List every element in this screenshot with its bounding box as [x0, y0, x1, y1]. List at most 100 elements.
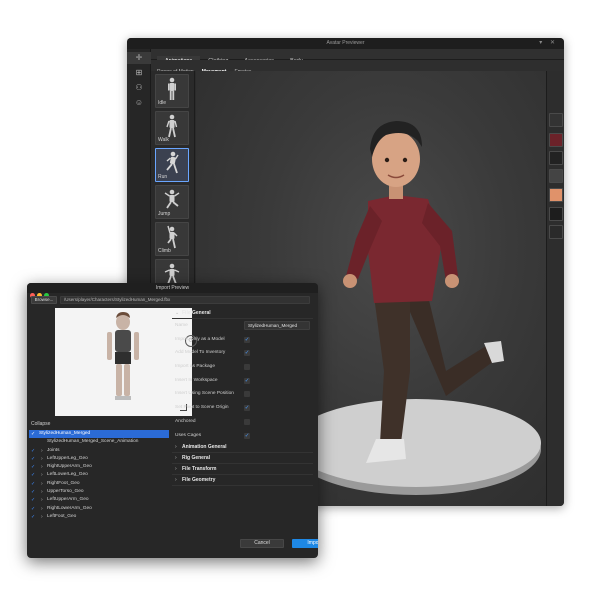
tree-row-label: StylizedHuman_Merged_Scene_Animation [47, 439, 139, 445]
chevron-right-icon[interactable]: › [175, 442, 177, 453]
property-row: Uses Cages ✓ [172, 429, 313, 443]
property-label: Insert In Workspace [175, 377, 218, 383]
cancel-button[interactable]: Cancel [240, 539, 284, 548]
section-animation-general[interactable]: › Animation General [172, 442, 313, 454]
tree-row[interactable]: ✓ › LeftUpperLeg_Geo [29, 455, 169, 463]
property-label: Add Model To Inventory [175, 350, 226, 356]
section-file-geometry[interactable]: › File Geometry [172, 475, 313, 487]
swatch-pants[interactable] [549, 151, 563, 165]
dialog-title: Import Preview [155, 285, 190, 291]
chevron-right-icon[interactable]: › [41, 455, 43, 463]
window-controls[interactable]: ▾ ✕ [539, 38, 558, 49]
run-pose-icon [166, 151, 179, 174]
previewer-tabs: AnimationsClothingAccessoriesBody [151, 49, 564, 67]
chevron-right-icon[interactable]: › [175, 453, 177, 464]
check-icon[interactable]: ✓ [31, 455, 35, 463]
animation-card-walk[interactable]: Walk [155, 111, 189, 145]
checkbox[interactable]: ✓ [244, 377, 250, 384]
property-row: Add Model To Inventory ✓ [172, 346, 313, 360]
swatch-shirt[interactable] [549, 133, 563, 147]
property-label: Set Pivot to Scene Origin [175, 405, 229, 411]
name-input[interactable]: StylizedHuman_Merged [244, 321, 310, 330]
import-properties: ⌄ File General Name StylizedHuman_Merged… [172, 308, 313, 487]
browse-button[interactable]: Browse... [31, 296, 57, 304]
tree-row[interactable]: ✓ › LeftLowerLeg_Geo [29, 471, 169, 479]
check-icon[interactable]: ✓ [31, 463, 35, 471]
tree-row-label: UpperTorso_Geo [47, 489, 84, 495]
checkbox[interactable]: ✓ [244, 350, 250, 357]
property-label: Name [175, 323, 188, 328]
import-button[interactable]: Import [292, 539, 318, 548]
check-icon[interactable]: ✓ [31, 480, 35, 488]
chevron-right-icon[interactable]: › [175, 464, 177, 475]
checkbox[interactable] [244, 418, 250, 425]
people-icon[interactable]: ⚇ [127, 82, 151, 94]
chevron-right-icon[interactable]: › [41, 488, 43, 496]
property-row: Import Only as a Model ✓ [172, 333, 313, 347]
section-file-general[interactable]: ⌄ File General [172, 308, 313, 319]
property-row: Insert Using Scene Position [172, 387, 313, 401]
check-icon[interactable]: ✓ [31, 496, 35, 504]
clothing-swatches [546, 71, 564, 506]
chevron-right-icon[interactable]: › [41, 463, 43, 471]
chevron-right-icon[interactable]: › [41, 480, 43, 488]
animation-label-run: Run [158, 174, 168, 180]
check-icon[interactable]: ✓ [31, 488, 35, 496]
tree-row[interactable]: ✓ StylizedHuman_Merged [29, 430, 169, 439]
chevron-right-icon[interactable]: › [41, 471, 43, 479]
chevron-down-icon[interactable]: ⌄ [175, 308, 179, 319]
tree-row[interactable]: StylizedHuman_Merged_Scene_Animation [29, 438, 169, 446]
animation-card-jump[interactable]: Jump [155, 185, 189, 219]
file-path-field[interactable]: /Users/player/Characters/StylizedHuman_M… [60, 296, 310, 304]
move-icon[interactable]: ✛ [127, 52, 151, 64]
check-icon[interactable]: ✓ [31, 513, 35, 521]
tree-row[interactable]: ✓ › Joints [29, 447, 169, 455]
grid-icon[interactable]: ⊞ [127, 67, 151, 79]
property-label: Uses Cages [175, 432, 202, 438]
check-icon[interactable]: ✓ [31, 430, 35, 438]
checkbox[interactable] [244, 391, 250, 398]
check-icon[interactable]: ✓ [31, 447, 35, 455]
section-label: Rig General [182, 455, 211, 462]
tree-row[interactable]: ✓ › RightFoot_Geo [29, 480, 169, 488]
section-file-transform[interactable]: › File Transform [172, 464, 313, 476]
collapse-link[interactable]: Collapse [31, 421, 50, 427]
checkbox[interactable] [244, 364, 250, 371]
tree-row[interactable]: ✓ › RightLowerArm_Geo [29, 505, 169, 513]
check-icon[interactable]: ✓ [31, 505, 35, 513]
swatch-shoes[interactable] [549, 169, 563, 183]
section-label: File Transform [182, 466, 217, 473]
checkbox[interactable]: ✓ [244, 432, 250, 439]
section-label: File General [182, 310, 211, 316]
swatch-accessory[interactable] [549, 207, 563, 221]
face-icon[interactable]: ☺ [127, 97, 151, 109]
animation-card-idle[interactable]: Idle [155, 74, 189, 108]
chevron-right-icon[interactable]: › [41, 513, 43, 521]
avatar-right-eye [402, 157, 408, 163]
chevron-right-icon[interactable]: › [41, 496, 43, 504]
swatch-pose[interactable] [549, 225, 563, 239]
platform-top [291, 399, 541, 487]
property-name: Name StylizedHuman_Merged [172, 319, 313, 333]
check-icon[interactable]: ✓ [31, 471, 35, 479]
climb-pose-icon [167, 225, 178, 249]
animation-card-climb[interactable]: Climb [155, 222, 189, 256]
tree-row-label: Joints [47, 447, 60, 453]
animation-label-idle: Idle [158, 100, 167, 106]
tree-row[interactable]: ✓ › LeftFoot_Geo [29, 513, 169, 521]
chevron-right-icon[interactable]: › [41, 447, 43, 455]
animation-card-run[interactable]: Run [155, 148, 189, 182]
swatch-skin[interactable] [549, 188, 563, 202]
chevron-right-icon[interactable]: › [41, 505, 43, 513]
section-rig-general[interactable]: › Rig General [172, 453, 313, 465]
camera-reset-icon[interactable] [549, 113, 563, 127]
checkbox[interactable]: ✓ [244, 336, 250, 343]
chevron-right-icon[interactable]: › [175, 475, 177, 486]
property-row: Set Pivot to Scene Origin ✓ [172, 401, 313, 415]
tree-row[interactable]: ✓ › RightUpperArm_Geo [29, 463, 169, 471]
checkbox[interactable]: ✓ [244, 405, 250, 412]
tree-row[interactable]: ✓ › LeftUpperArm_Geo [29, 496, 169, 504]
tree-row[interactable]: ✓ › UpperTorso_Geo [29, 488, 169, 496]
property-row: Import as Package [172, 360, 313, 374]
property-row: Insert In Workspace ✓ [172, 374, 313, 388]
